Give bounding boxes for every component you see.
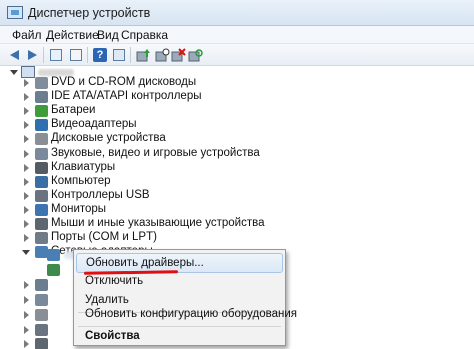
tree-category[interactable]: Звуковые, видео и игровые устройства xyxy=(0,147,474,162)
ide-controller-icon xyxy=(35,91,48,104)
window-title: Диспетчер устройств xyxy=(28,6,151,20)
expand-icon[interactable] xyxy=(24,340,29,348)
expand-icon[interactable] xyxy=(24,311,29,319)
expand-icon[interactable] xyxy=(24,121,29,130)
menu-help[interactable]: Справка xyxy=(121,28,168,42)
display-adapter-icon xyxy=(35,119,48,132)
battery-icon xyxy=(35,105,48,118)
mouse-icon xyxy=(35,218,48,230)
tree-category[interactable]: Мыши и иные указывающие устройства xyxy=(0,217,474,232)
tree-category-label: Видеоадаптеры xyxy=(51,118,137,131)
computer-name-redacted xyxy=(38,69,74,76)
tree-category[interactable]: Дисковые устройства xyxy=(0,132,474,147)
tree-category-label: Мониторы xyxy=(51,202,107,215)
tree-category[interactable]: Компьютер xyxy=(0,175,474,190)
menu-item-label: Обновить конфигурацию оборудования xyxy=(85,308,297,320)
menu-view[interactable]: Вид xyxy=(97,28,119,42)
menu-item-label: Отключить xyxy=(85,275,144,287)
tree-category[interactable]: Мониторы xyxy=(0,203,474,218)
console-tree-icon[interactable] xyxy=(48,47,64,63)
tree-category-label: Контроллеры USB xyxy=(51,188,150,201)
toolbar-separator xyxy=(87,47,88,63)
menu-item-label: Свойства xyxy=(85,330,140,342)
device-manager-icon xyxy=(7,6,23,19)
expand-icon[interactable] xyxy=(24,177,29,186)
scan-hardware-icon[interactable] xyxy=(187,47,203,63)
tree-category-label: Компьютер xyxy=(51,174,111,187)
expand-icon[interactable] xyxy=(24,163,29,172)
disk-drive-icon xyxy=(35,133,48,146)
title-bar: Диспетчер устройств xyxy=(0,0,474,26)
disable-device-icon[interactable] xyxy=(154,47,170,63)
tree-category-label: DVD и CD-ROM дисководы xyxy=(51,76,197,88)
network-adapter-icon xyxy=(47,264,60,276)
monitor-icon xyxy=(35,203,48,216)
device-icon xyxy=(35,279,48,291)
computer-icon xyxy=(35,175,48,188)
uninstall-icon[interactable] xyxy=(170,47,186,63)
usb-icon xyxy=(35,189,48,202)
help-icon[interactable]: ? xyxy=(92,47,108,63)
update-driver-icon[interactable] xyxy=(135,47,151,63)
tree-category[interactable]: Порты (COM и LPT) xyxy=(0,231,474,246)
expand-icon[interactable] xyxy=(24,234,29,243)
context-menu: Обновить драйверы... Отключить Удалить О… xyxy=(73,249,297,347)
toolbar-separator xyxy=(130,47,131,63)
port-icon xyxy=(35,232,48,245)
menu-action[interactable]: Действие xyxy=(46,28,99,42)
expand-icon[interactable] xyxy=(24,107,29,116)
tree-category[interactable]: Батареи xyxy=(0,104,474,119)
tree-category[interactable]: Видеоадаптеры xyxy=(0,118,474,133)
toolbar-separator xyxy=(43,47,44,63)
tree-category-label: Мыши и иные указывающие устройства xyxy=(51,217,265,229)
expand-icon[interactable] xyxy=(24,135,29,144)
expand-icon[interactable] xyxy=(24,93,29,102)
menu-file[interactable]: Файл xyxy=(12,28,42,42)
expand-icon[interactable] xyxy=(24,220,29,228)
tree-category-label: Клавиатуры xyxy=(51,160,116,173)
menu-bar: Файл Действие Вид Справка xyxy=(0,26,474,44)
tree-category[interactable]: Контроллеры USB xyxy=(0,189,474,204)
expand-icon[interactable] xyxy=(24,205,29,214)
back-arrow-icon[interactable] xyxy=(7,47,23,63)
tree-category-label: Порты (COM и LPT) xyxy=(51,231,157,244)
network-adapter-icon xyxy=(47,249,60,261)
device-icon xyxy=(35,324,48,336)
expand-icon[interactable] xyxy=(24,149,29,158)
expand-icon[interactable] xyxy=(24,326,29,334)
properties-icon[interactable] xyxy=(68,47,84,63)
expand-icon[interactable] xyxy=(24,79,29,87)
tree-category-label: Батареи xyxy=(51,104,96,117)
tree-category-label: Дисковые устройства xyxy=(51,132,166,145)
toolbar: ? xyxy=(0,44,474,66)
collapse-icon[interactable] xyxy=(10,70,18,75)
sound-icon xyxy=(35,147,48,160)
expand-icon[interactable] xyxy=(24,281,29,289)
menu-disable[interactable]: Отключить xyxy=(76,272,283,292)
tree-category[interactable]: DVD и CD-ROM дисководы xyxy=(0,76,474,91)
keyboard-icon xyxy=(35,161,48,174)
menu-properties[interactable]: Свойства xyxy=(76,327,283,347)
expand-icon[interactable] xyxy=(24,191,29,200)
menu-update-drivers[interactable]: Обновить драйверы... xyxy=(76,253,283,275)
console-icon[interactable] xyxy=(111,47,127,63)
device-icon xyxy=(35,294,48,306)
tree-category[interactable]: IDE ATA/ATAPI контроллеры xyxy=(0,90,474,105)
tree-category-label: IDE ATA/ATAPI контроллеры xyxy=(51,90,202,103)
menu-scan-hardware[interactable]: Обновить конфигурацию оборудования xyxy=(76,303,297,323)
tree-category-label: Звуковые, видео и игровые устройства xyxy=(51,146,260,159)
dvd-drive-icon xyxy=(35,77,48,89)
device-icon xyxy=(35,338,48,349)
forward-arrow-icon[interactable] xyxy=(24,47,40,63)
expand-icon[interactable] xyxy=(24,296,29,304)
tree-category[interactable]: Клавиатуры xyxy=(0,161,474,176)
menu-item-label: Обновить драйверы... xyxy=(86,257,204,269)
device-icon xyxy=(35,309,48,321)
